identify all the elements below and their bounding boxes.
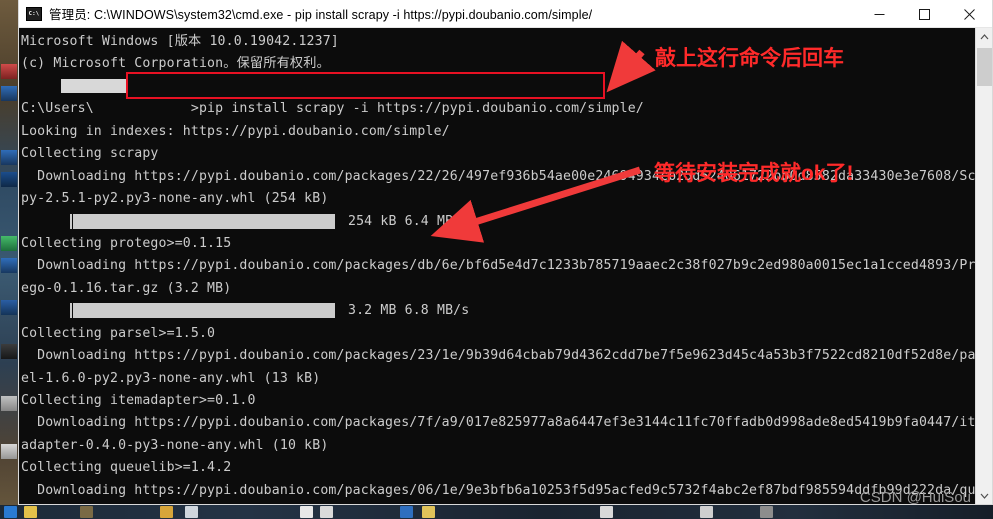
arrow-to-command xyxy=(606,40,656,93)
annotation-arrows xyxy=(430,40,656,243)
watermark: CSDN @HuiSou xyxy=(859,489,971,506)
screen: C:\ 管理员: C:\WINDOWS\system32\cmd.exe - p… xyxy=(0,0,993,519)
annotation-wait-note: 等待安装完成就ok了! xyxy=(654,162,854,185)
annotation-command-note: 敲上这行命令后回车 xyxy=(655,47,844,70)
arrow-to-progress xyxy=(430,166,642,243)
